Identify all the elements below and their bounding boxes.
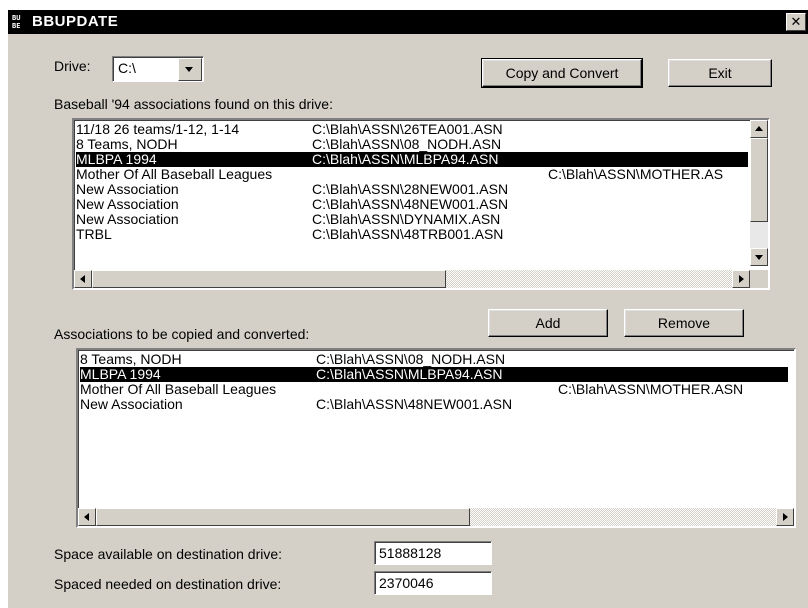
association-path: C:\Blah\ASSN\MLBPA94.ASN	[316, 366, 503, 382]
found-list-horizontal-thumb[interactable]	[92, 270, 446, 288]
space-available-label: Space available on destination drive:	[54, 546, 283, 562]
association-name: 8 Teams, NODH	[76, 136, 178, 152]
scroll-right-button[interactable]	[776, 508, 794, 526]
association-path: C:\Blah\ASSN\48NEW001.ASN	[316, 396, 513, 412]
add-button[interactable]: Add	[488, 309, 608, 337]
association-name: TRBL	[76, 226, 112, 242]
list-item[interactable]: New Association C:\Blah\ASSN\48NEW001.ASN	[76, 197, 748, 212]
association-path: C:\Blah\ASSN\48NEW001.ASN	[312, 196, 509, 212]
association-name: Mother Of All Baseball Leagues	[76, 166, 273, 182]
found-list-vertical-scrollbar[interactable]	[750, 120, 768, 266]
association-name: New Association	[76, 196, 179, 212]
chevron-down-icon	[185, 67, 193, 72]
association-name: New Association	[80, 396, 183, 412]
list-item[interactable]: Mother Of All Baseball Leagues C:\Blah\AS…	[80, 382, 788, 397]
found-list-vertical-thumb[interactable]	[750, 138, 768, 222]
list-item[interactable]: 11/18 26 teams/1-12, 1-14 C:\Blah\ASSN\26…	[76, 122, 748, 137]
association-name: Mother Of All Baseball Leagues	[80, 381, 277, 397]
association-name: New Association	[76, 211, 179, 227]
arrow-up-icon	[755, 126, 763, 131]
space-needed-label: Spaced needed on destination drive:	[54, 576, 282, 592]
space-needed-field[interactable]: 2370046	[374, 571, 492, 595]
drive-select-value: C:\	[118, 60, 136, 76]
copy-list-horizontal-thumb[interactable]	[96, 508, 470, 526]
association-path: C:\Blah\ASSN\28NEW001.ASN	[312, 181, 509, 197]
arrow-left-icon	[84, 513, 89, 521]
list-item[interactable]: 8 Teams, NODH C:\Blah\ASSN\08_NODH.ASN	[76, 137, 748, 152]
association-name: MLBPA 1994	[80, 366, 161, 382]
arrow-right-icon	[783, 513, 788, 521]
scroll-left-button[interactable]	[78, 508, 96, 526]
association-path: C:\Blah\ASSN\MOTHER.AS	[548, 166, 724, 182]
copy-list-horizontal-scrollbar[interactable]	[78, 508, 794, 526]
list-item[interactable]: New Association C:\Blah\ASSN\28NEW001.ASN	[76, 182, 748, 197]
list-item[interactable]: MLBPA 1994 C:\Blah\ASSN\MLBPA94.ASN	[76, 152, 748, 167]
arrow-right-icon	[739, 275, 744, 283]
scroll-right-button[interactable]	[732, 270, 750, 288]
association-path: C:\Blah\ASSN\DYNAMIX.ASN	[312, 211, 501, 227]
scroll-down-button[interactable]	[750, 248, 768, 266]
window-title: BBUPDATE	[32, 13, 119, 30]
scroll-up-button[interactable]	[750, 120, 768, 138]
association-path: C:\Blah\ASSN\MOTHER.ASN	[558, 381, 744, 397]
association-name: 8 Teams, NODH	[80, 351, 182, 367]
list-item[interactable]: 8 Teams, NODH C:\Blah\ASSN\08_NODH.ASN	[80, 352, 788, 367]
association-name: 11/18 26 teams/1-12, 1-14	[76, 121, 240, 137]
found-associations-list[interactable]: 11/18 26 teams/1-12, 1-14 C:\Blah\ASSN\26…	[72, 118, 770, 290]
list-item[interactable]: MLBPA 1994 C:\Blah\ASSN\MLBPA94.ASN	[80, 367, 788, 382]
remove-button[interactable]: Remove	[624, 309, 744, 337]
association-path: C:\Blah\ASSN\48TRB001.ASN	[312, 226, 504, 242]
bbupdate-window: BU BE BBUPDATE ✕ Drive: C:\ Copy and Con…	[8, 10, 808, 608]
copy-associations-list[interactable]: 8 Teams, NODH C:\Blah\ASSN\08_NODH.ASN MLB…	[76, 348, 796, 528]
arrow-left-icon	[80, 275, 85, 283]
found-list-label: Baseball '94 associations found on this …	[54, 96, 333, 112]
association-path: C:\Blah\ASSN\MLBPA94.ASN	[312, 151, 499, 167]
association-path: C:\Blah\ASSN\26TEA001.ASN	[312, 121, 503, 137]
arrow-down-icon	[755, 255, 763, 260]
scroll-left-button[interactable]	[74, 270, 92, 288]
list-item[interactable]: New Association C:\Blah\ASSN\DYNAMIX.ASN	[76, 212, 748, 227]
list-item[interactable]: TRBL C:\Blah\ASSN\48TRB001.ASN	[76, 227, 748, 242]
drive-label: Drive:	[54, 58, 91, 74]
drive-dropdown-button[interactable]	[178, 58, 202, 81]
found-list-horizontal-scrollbar[interactable]	[74, 270, 750, 288]
space-available-field[interactable]: 51888128	[374, 541, 492, 565]
association-name: New Association	[76, 181, 179, 197]
association-path: C:\Blah\ASSN\08_NODH.ASN	[312, 136, 502, 152]
title-bar[interactable]: BU BE BBUPDATE ✕	[8, 10, 808, 34]
association-name: MLBPA 1994	[76, 151, 157, 167]
close-icon[interactable]: ✕	[786, 13, 806, 31]
exit-button[interactable]: Exit	[668, 59, 772, 87]
list-item[interactable]: New Association C:\Blah\ASSN\48NEW001.ASN	[80, 397, 788, 412]
copy-and-convert-button[interactable]: Copy and Convert	[481, 58, 643, 88]
list-item[interactable]: Mother Of All Baseball Leagues C:\Blah\AS…	[76, 167, 748, 182]
drive-select[interactable]: C:\	[112, 56, 204, 82]
association-path: C:\Blah\ASSN\08_NODH.ASN	[316, 351, 506, 367]
app-icon: BU BE	[12, 14, 21, 30]
copy-list-label: Associations to be copied and converted:	[54, 326, 310, 342]
scrollbar-corner	[750, 270, 768, 288]
